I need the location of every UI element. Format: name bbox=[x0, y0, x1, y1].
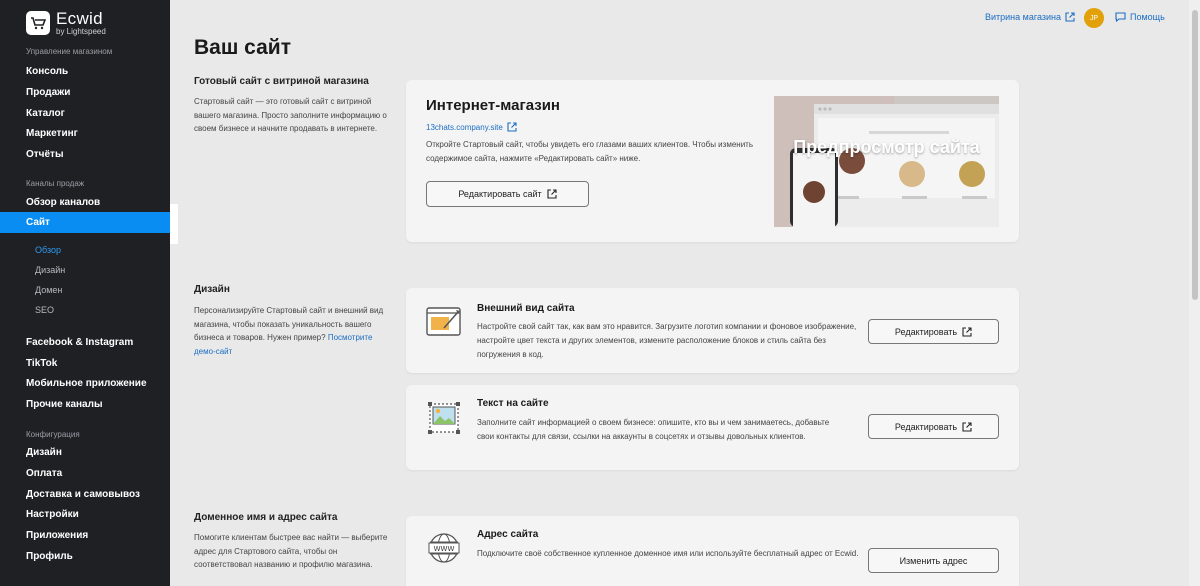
nav-site-overview[interactable]: Обзор bbox=[35, 245, 61, 255]
nav-other-channels[interactable]: Прочие каналы bbox=[26, 399, 103, 410]
content-card: Текст на сайте Заполните сайт информацие… bbox=[406, 385, 1019, 470]
domain-text: Помогите клиентам быстрее вас найти — вы… bbox=[194, 533, 388, 569]
external-link-icon bbox=[962, 326, 972, 337]
help-label: Помощь bbox=[1130, 12, 1165, 22]
external-link-icon bbox=[962, 421, 972, 432]
brush-window-icon bbox=[426, 307, 461, 336]
content-text: Заполните сайт информацией о своем бизне… bbox=[477, 418, 830, 441]
cart-icon bbox=[26, 11, 50, 35]
edit-site-button[interactable]: Редактировать сайт bbox=[426, 181, 589, 207]
image-frame-icon bbox=[428, 402, 460, 434]
globe-www-icon: WWW bbox=[428, 533, 460, 563]
look-title: Внешний вид сайта bbox=[477, 303, 575, 314]
change-address-label: Изменить адрес bbox=[899, 555, 968, 566]
domain-card-title: Адрес сайта bbox=[477, 529, 539, 540]
nav-design[interactable]: Дизайн bbox=[26, 447, 62, 458]
site-url: 13chats.company.site bbox=[426, 122, 503, 132]
logo-sub: by Lightspeed bbox=[56, 27, 106, 36]
site-preview-image[interactable]: Предпросмотр сайта bbox=[774, 96, 999, 227]
edit-look-button[interactable]: Редактировать bbox=[868, 319, 999, 344]
nav-mobile-app[interactable]: Мобильное приложение bbox=[26, 378, 147, 389]
nav-profile[interactable]: Профиль bbox=[26, 551, 73, 562]
active-indicator-ext bbox=[170, 204, 178, 244]
nav-shipping[interactable]: Доставка и самовывоз bbox=[26, 489, 140, 500]
edit-look-label: Редактировать bbox=[894, 326, 958, 337]
nav-console[interactable]: Консоль bbox=[26, 66, 68, 77]
www-label: WWW bbox=[434, 545, 455, 553]
edit-site-label: Редактировать сайт bbox=[458, 189, 542, 199]
help-link[interactable]: Помощь bbox=[1115, 12, 1165, 22]
nav-payment[interactable]: Оплата bbox=[26, 468, 62, 479]
external-link-icon bbox=[547, 189, 557, 199]
online-store-title: Интернет-магазин bbox=[426, 97, 560, 114]
look-text: Настройте свой сайт так, как вам это нра… bbox=[477, 322, 857, 359]
domain-card: WWW Адрес сайта Подключите своё собствен… bbox=[406, 516, 1019, 586]
avatar[interactable]: JP bbox=[1084, 8, 1104, 28]
nav-catalog[interactable]: Каталог bbox=[26, 108, 65, 119]
edit-content-button[interactable]: Редактировать bbox=[868, 414, 999, 439]
nav-site[interactable]: Сайт bbox=[26, 217, 50, 228]
content-title: Текст на сайте bbox=[477, 398, 549, 409]
ready-text: Стартовый сайт — это готовый сайт с витр… bbox=[194, 97, 387, 133]
nav-site-seo[interactable]: SEO bbox=[35, 305, 54, 315]
nav-apps[interactable]: Приложения bbox=[26, 530, 88, 541]
storefront-label: Витрина магазина bbox=[985, 12, 1061, 22]
logo-name: Ecwid bbox=[56, 9, 103, 28]
nav-channels-overview[interactable]: Обзор каналов bbox=[26, 197, 100, 208]
nav-settings[interactable]: Настройки bbox=[26, 509, 79, 520]
nav-reports[interactable]: Отчёты bbox=[26, 149, 63, 160]
design-text: Персонализируйте Стартовый сайт и внешни… bbox=[194, 304, 390, 358]
preview-label: Предпросмотр сайта bbox=[793, 137, 980, 157]
nav-site-domain[interactable]: Домен bbox=[35, 285, 62, 295]
ecwid-logo[interactable]: Ecwid by Lightspeed bbox=[26, 10, 106, 36]
nav-facebook-instagram[interactable]: Facebook & Instagram bbox=[26, 337, 133, 348]
domain-heading: Доменное имя и адрес сайта bbox=[194, 512, 338, 523]
site-url-link[interactable]: 13chats.company.site bbox=[426, 122, 517, 132]
domain-card-text: Подключите своё собственное купленное до… bbox=[477, 549, 859, 558]
nav-marketing[interactable]: Маркетинг bbox=[26, 128, 78, 139]
storefront-link[interactable]: Витрина магазина bbox=[985, 12, 1075, 22]
external-link-icon bbox=[1065, 12, 1075, 22]
online-store-text: Откройте Стартовый сайт, чтобы увидеть е… bbox=[426, 140, 753, 163]
nav-tiktok[interactable]: TikTok bbox=[26, 358, 57, 369]
ready-heading: Готовый сайт с витриной магазина bbox=[194, 76, 369, 87]
scrollbar-thumb[interactable] bbox=[1192, 10, 1198, 300]
look-card: Внешний вид сайта Настройте свой сайт та… bbox=[406, 288, 1019, 373]
nav-site-design[interactable]: Дизайн bbox=[35, 265, 65, 275]
design-heading: Дизайн bbox=[194, 284, 230, 295]
chat-icon bbox=[1115, 12, 1126, 22]
external-link-icon bbox=[507, 122, 517, 132]
section-label-config: Конфигурация bbox=[26, 430, 80, 439]
nav-sales[interactable]: Продажи bbox=[26, 87, 70, 98]
section-label-manage: Управление магазином bbox=[26, 47, 113, 56]
section-label-channels: Каналы продаж bbox=[26, 179, 85, 188]
change-address-button[interactable]: Изменить адрес bbox=[868, 548, 999, 573]
edit-content-label: Редактировать bbox=[894, 421, 958, 432]
page-title: Ваш сайт bbox=[194, 36, 291, 59]
